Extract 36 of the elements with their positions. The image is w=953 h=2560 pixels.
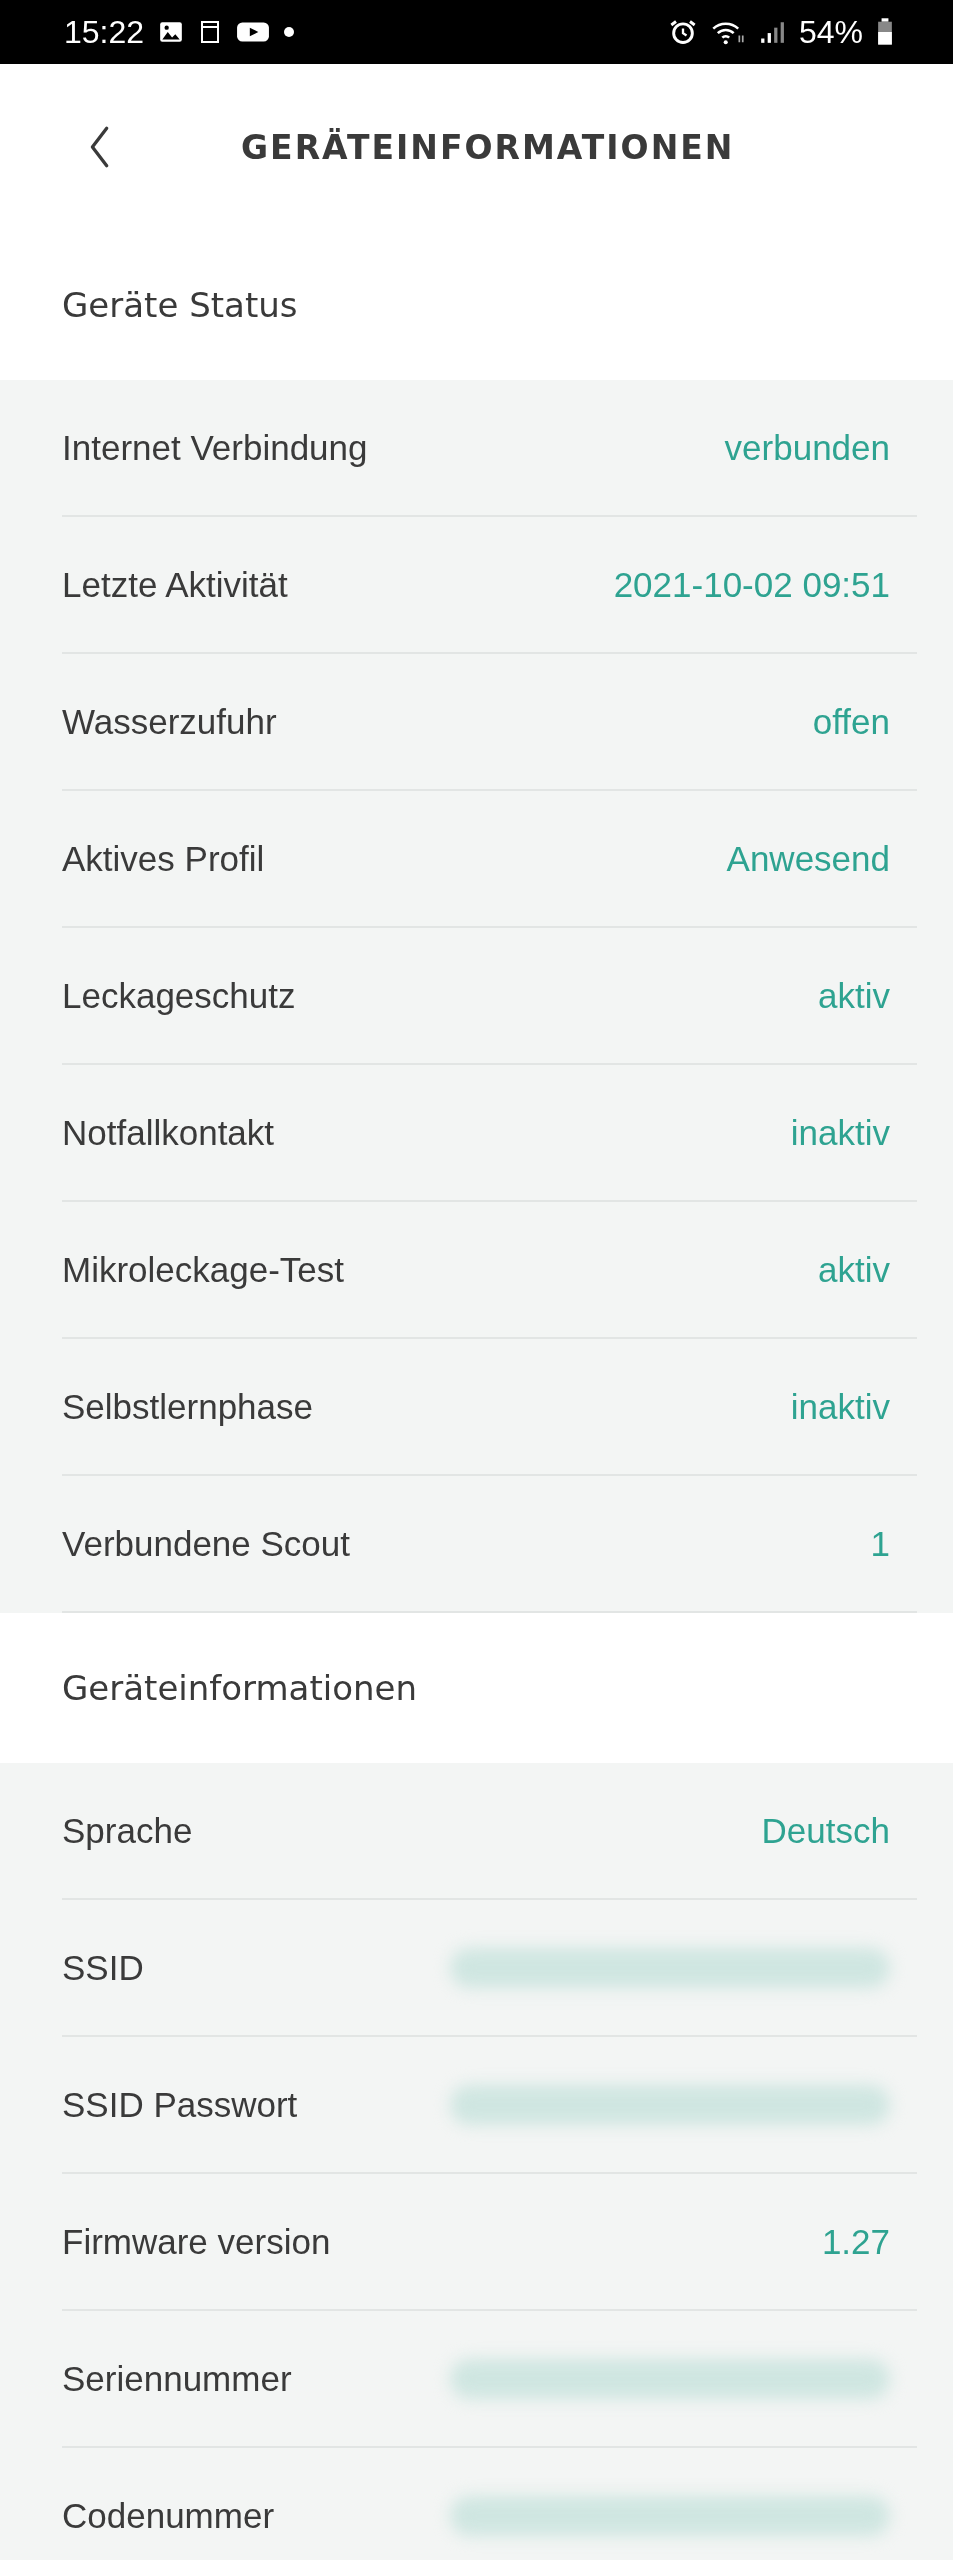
row-value: 2021-10-02 09:51 (613, 564, 890, 605)
row-label: Verbundene Scout (62, 1523, 350, 1564)
row-value: Anwesend (726, 838, 890, 879)
row-label: Selbstlernphase (62, 1386, 313, 1427)
row-label: Leckageschutz (62, 975, 296, 1016)
section-title: Geräte Status (62, 285, 298, 325)
notification-dot-icon (284, 27, 295, 37)
image-icon (158, 19, 185, 45)
row-label: Firmware version (62, 2221, 331, 2262)
page-title: GERÄTEINFORMATIONEN (241, 127, 735, 167)
row-value: verbunden (724, 427, 890, 468)
row-label: Internet Verbindung (62, 427, 368, 468)
row-label: SSID (62, 1947, 144, 1988)
row-label: Seriennummer (62, 2358, 292, 2399)
row-value: aktiv (818, 1249, 890, 1290)
row-label: Notfallkontakt (62, 1112, 275, 1153)
row-value: 1 (870, 1523, 890, 1564)
battery-icon (877, 18, 893, 46)
row-label: Wasserzufuhr (62, 701, 277, 742)
alarm-clock-icon (668, 18, 697, 46)
row-label: Letzte Aktivität (62, 564, 288, 605)
row-value: aktiv (818, 975, 890, 1016)
battery-percentage: 54% (798, 13, 863, 51)
row-value: inaktiv (790, 1112, 890, 1153)
row-label: SSID Passwort (62, 2084, 298, 2125)
row-value: inaktiv (790, 1386, 890, 1427)
row-label: Aktives Profil (62, 838, 265, 879)
video-play-icon (236, 19, 271, 45)
row-value: Deutsch (761, 1810, 890, 1851)
row-label: Sprache (62, 1810, 193, 1851)
row-value: offen (812, 701, 890, 742)
row-label: Mikroleckage-Test (62, 1249, 345, 1290)
row-label: Codenummer (62, 2495, 275, 2536)
clock-time: 15:22 (64, 13, 145, 51)
row-value: 1.27 (821, 2221, 890, 2262)
section-title: Geräteinformationen (62, 1668, 418, 1708)
